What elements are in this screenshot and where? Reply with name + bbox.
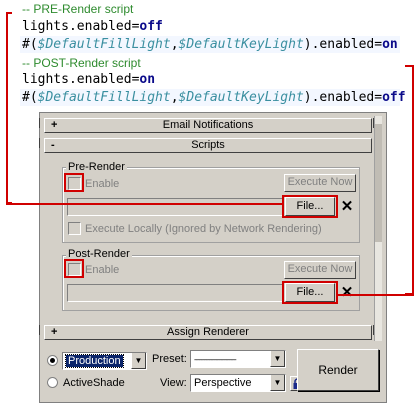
production-dropdown[interactable]: Production ▼: [62, 352, 147, 370]
activeshade-label: ActiveShade: [63, 377, 125, 389]
pre-render-enable-highlight: [64, 173, 84, 192]
code-keyword: off: [139, 19, 163, 34]
rollout-email-notifications[interactable]: + Email Notifications: [44, 118, 372, 133]
code-keyword: off: [382, 90, 406, 105]
expand-icon: +: [51, 326, 58, 338]
post-render-file-highlight: [282, 281, 338, 304]
pre-render-line-2: #($DefaultFillLight,$DefaultKeyLight).en…: [22, 36, 398, 53]
pre-render-line-1: lights.enabled=off: [22, 18, 163, 35]
view-value: Perspective: [194, 377, 252, 389]
code-text: ).enabled=: [303, 90, 383, 105]
pre-render-connector: [6, 203, 282, 205]
post-render-connector: [338, 294, 414, 296]
execute-locally-checkbox[interactable]: [68, 222, 81, 235]
rollout-title: Email Notifications: [162, 119, 254, 131]
expand-icon: +: [51, 119, 58, 131]
close-icon[interactable]: ✕: [339, 199, 355, 214]
pre-render-file-highlight: [282, 195, 338, 218]
close-icon[interactable]: ✕: [339, 285, 355, 300]
post-render-line-2: #($DefaultFillLight,$DefaultKeyLight).en…: [22, 89, 406, 106]
rollout-scripts[interactable]: - Scripts: [44, 138, 372, 153]
preset-label: Preset:: [152, 353, 187, 365]
scrollbar-thumb[interactable]: [375, 124, 382, 242]
production-value: Production: [65, 354, 124, 368]
pre-render-bracket: [6, 12, 12, 204]
code-text: lights.enabled=: [22, 72, 140, 87]
post-render-bracket: [405, 65, 414, 295]
pre-render-execute-now-button[interactable]: Execute Now: [284, 174, 356, 192]
preset-value: -------------------------: [194, 355, 237, 364]
post-render-script-path-field[interactable]: [67, 284, 283, 302]
rollout-title: Assign Renderer: [167, 326, 249, 338]
panel-edge-mark: [39, 138, 40, 148]
pre-render-comment: -- PRE-Render script: [22, 2, 134, 16]
post-render-enable-label: Enable: [85, 264, 120, 276]
code-variable: $DefaultKeyLight: [178, 37, 304, 52]
code-text: ,: [170, 90, 179, 105]
code-variable: $DefaultFillLight: [37, 37, 171, 52]
pre-render-group-label: Pre-Render: [66, 161, 127, 173]
code-text: #(: [22, 90, 38, 105]
post-render-execute-now-button[interactable]: Execute Now: [284, 261, 356, 279]
code-variable: $DefaultFillLight: [37, 90, 171, 105]
production-mode-radio[interactable]: [47, 355, 58, 366]
code-text: lights.enabled=: [22, 19, 140, 34]
chevron-down-icon[interactable]: ▼: [270, 351, 285, 367]
activeshade-mode-radio[interactable]: [47, 377, 58, 388]
rollout-scrollbar[interactable]: [374, 116, 382, 341]
code-text: #(: [22, 37, 38, 52]
execute-locally-label: Execute Locally (Ignored by Network Rend…: [85, 223, 322, 235]
panel-edge-mark: [39, 325, 40, 335]
post-render-comment: -- POST-Render script: [22, 56, 141, 70]
code-keyword: on: [139, 72, 156, 87]
preset-dropdown[interactable]: ------------------------- ▼: [190, 350, 286, 368]
panel-edge-mark: [39, 118, 40, 128]
rollout-title: Scripts: [191, 139, 225, 151]
chevron-down-icon[interactable]: ▼: [131, 353, 146, 369]
collapse-icon: -: [51, 139, 55, 151]
code-text: ).enabled=: [303, 37, 383, 52]
chevron-down-icon[interactable]: ▼: [270, 375, 285, 391]
code-keyword: on: [382, 37, 398, 52]
view-dropdown[interactable]: Perspective ▼: [190, 374, 286, 392]
view-label: View:: [160, 377, 187, 389]
pre-render-script-path-field[interactable]: [67, 198, 283, 216]
code-variable: $DefaultKeyLight: [178, 90, 304, 105]
post-render-enable-highlight: [64, 259, 84, 278]
rollout-assign-renderer[interactable]: + Assign Renderer: [44, 325, 372, 340]
render-button[interactable]: Render: [297, 349, 379, 391]
pre-render-enable-label: Enable: [85, 178, 120, 190]
code-text: ,: [170, 37, 179, 52]
post-render-line-1: lights.enabled=on: [22, 71, 155, 88]
